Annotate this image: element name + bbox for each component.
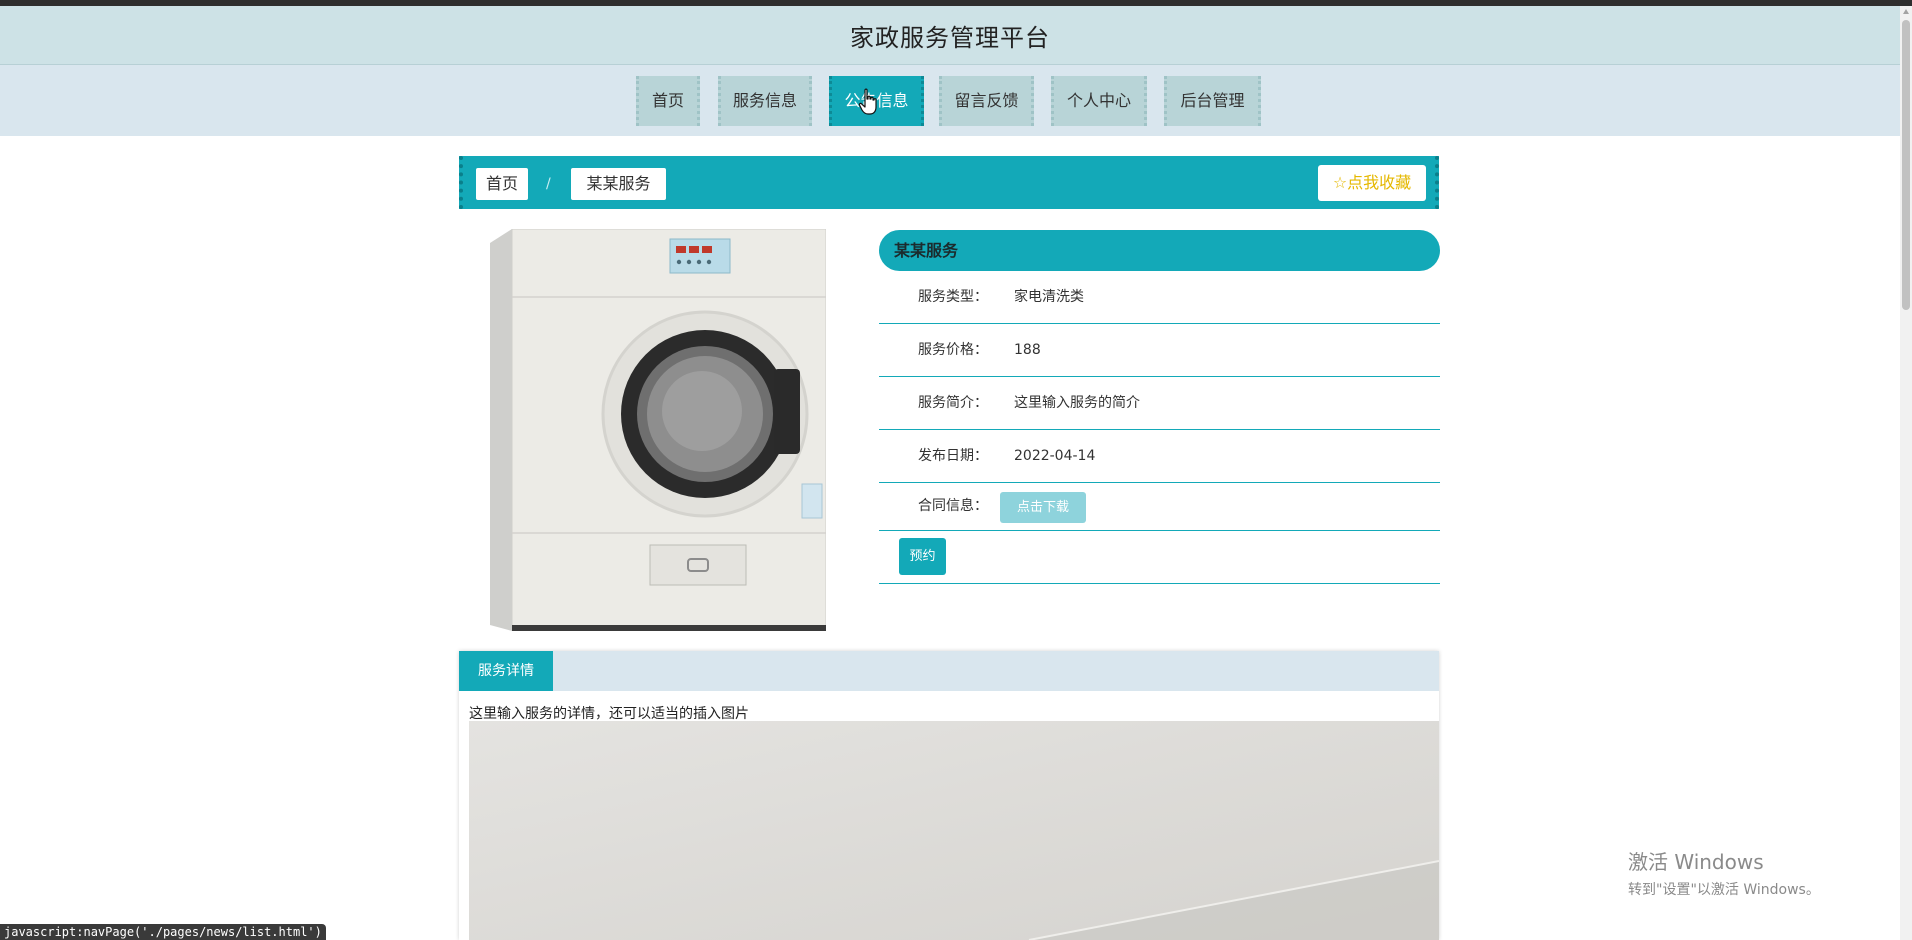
breadcrumb-current[interactable]: 某某服务 bbox=[571, 168, 666, 200]
info-value: 2022-04-14 bbox=[1014, 448, 1096, 464]
info-row-intro: 服务简介： 这里输入服务的简介 bbox=[879, 377, 1440, 430]
scroll-up-arrow-icon[interactable] bbox=[1902, 8, 1910, 16]
site-title: 家政服务管理平台 bbox=[850, 23, 1050, 52]
nav-item-feedback[interactable]: 留言反馈 bbox=[939, 76, 1034, 126]
watermark-line2: 转到"设置"以激活 Windows。 bbox=[1628, 882, 1820, 898]
info-label: 服务简介： bbox=[918, 395, 988, 411]
info-value: 188 bbox=[1014, 342, 1041, 358]
main-nav: 首页 服务信息 公告信息 留言反馈 个人中心 后台管理 bbox=[0, 65, 1900, 136]
download-contract-button[interactable]: 点击下载 bbox=[1000, 492, 1086, 523]
info-value: 家电清洗类 bbox=[1014, 289, 1084, 305]
page-scrollbar[interactable] bbox=[1900, 6, 1912, 940]
detail-image bbox=[469, 721, 1439, 940]
breadcrumb-home[interactable]: 首页 bbox=[476, 168, 528, 200]
info-row-date: 发布日期： 2022-04-14 bbox=[879, 430, 1440, 483]
book-button[interactable]: 预约 bbox=[899, 538, 946, 575]
breadcrumb-separator: / bbox=[546, 176, 551, 192]
info-row-type: 服务类型： 家电清洗类 bbox=[879, 271, 1440, 324]
service-title: 某某服务 bbox=[879, 230, 1440, 271]
os-activation-watermark: 激活 Windows 转到"设置"以激活 Windows。 bbox=[1628, 846, 1820, 899]
service-info-panel: 某某服务 服务类型： 家电清洗类 服务价格： 188 服务简介： 这里输入服务的… bbox=[879, 230, 1440, 584]
product-image bbox=[490, 229, 826, 631]
info-row-price: 服务价格： 188 bbox=[879, 324, 1440, 377]
info-value: 这里输入服务的简介 bbox=[1014, 395, 1140, 411]
favorite-button-label: 点我收藏 bbox=[1347, 173, 1412, 192]
tab-service-detail[interactable]: 服务详情 bbox=[459, 651, 553, 691]
breadcrumb-bar: 首页 / 某某服务 ☆点我收藏 bbox=[459, 156, 1439, 209]
star-outline-icon: ☆ bbox=[1332, 173, 1348, 192]
info-label: 合同信息： bbox=[918, 498, 988, 514]
site-header: 家政服务管理平台 bbox=[0, 6, 1900, 65]
scrollbar-thumb[interactable] bbox=[1902, 20, 1910, 310]
detail-text: 这里输入服务的详情，还可以适当的插入图片 bbox=[469, 706, 749, 722]
nav-item-services[interactable]: 服务信息 bbox=[718, 76, 812, 126]
info-row-contract: 合同信息： 点击下载 bbox=[879, 483, 1440, 531]
favorite-button[interactable]: ☆点我收藏 bbox=[1318, 165, 1426, 201]
info-label: 服务价格： bbox=[918, 342, 988, 358]
watermark-line1: 激活 Windows bbox=[1628, 850, 1764, 874]
status-bar-url: javascript:navPage('./pages/news/list.ht… bbox=[0, 924, 326, 940]
nav-item-profile[interactable]: 个人中心 bbox=[1051, 76, 1147, 126]
detail-tab-bar: 服务详情 bbox=[459, 651, 1439, 691]
info-row-actions: 预约 bbox=[879, 531, 1440, 584]
info-label: 服务类型： bbox=[918, 289, 988, 305]
nav-item-admin[interactable]: 后台管理 bbox=[1164, 76, 1261, 126]
nav-item-home[interactable]: 首页 bbox=[636, 76, 700, 126]
service-detail-panel: 服务详情 这里输入服务的详情，还可以适当的插入图片 bbox=[459, 651, 1439, 940]
hand-cursor-icon bbox=[858, 88, 877, 115]
info-label: 发布日期： bbox=[918, 448, 988, 464]
